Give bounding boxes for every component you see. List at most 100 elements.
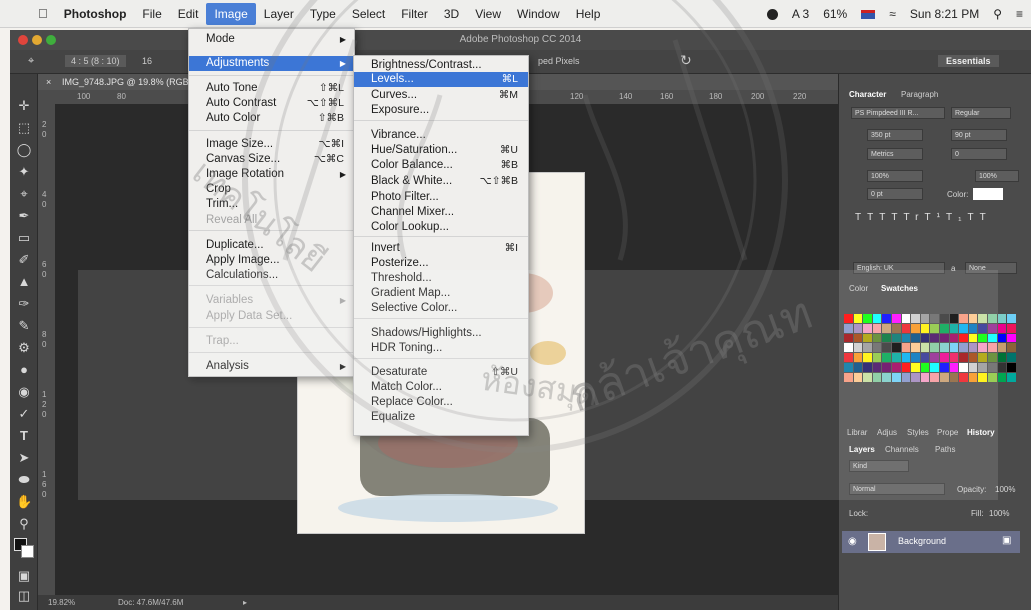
tab-swatches[interactable]: Swatches bbox=[881, 282, 918, 295]
adjust_menu-item[interactable]: Invert ⌘I bbox=[354, 241, 528, 256]
swatch-cell[interactable] bbox=[882, 323, 891, 333]
swatch-cell[interactable] bbox=[892, 363, 901, 372]
swatch-cell[interactable] bbox=[930, 314, 939, 323]
swatch-cell[interactable] bbox=[911, 372, 920, 382]
adjust_menu-item[interactable]: Gradient Map... bbox=[354, 286, 528, 301]
swatch-cell[interactable] bbox=[997, 372, 1007, 382]
swatch-cell[interactable] bbox=[997, 333, 1007, 343]
swatch-cell[interactable] bbox=[940, 333, 949, 343]
swatch-cell[interactable] bbox=[968, 314, 978, 323]
swatch-cell[interactable] bbox=[863, 353, 872, 362]
swatch-cell[interactable] bbox=[949, 363, 959, 372]
swatch-cell[interactable] bbox=[988, 353, 997, 362]
tab-history[interactable]: History bbox=[967, 426, 995, 439]
swatch-cell[interactable] bbox=[853, 372, 863, 382]
all-caps-button[interactable]: TT bbox=[879, 212, 903, 223]
swatch-cell[interactable] bbox=[872, 363, 882, 372]
subscript-button[interactable]: T₁ bbox=[946, 212, 967, 223]
adjust_menu-item[interactable]: Hue/Saturation... ⌘U bbox=[354, 143, 528, 158]
font-family-select[interactable]: PS Pimpdeed III R... bbox=[851, 107, 945, 119]
image_menu-item[interactable]: Adjustments ▶ bbox=[189, 56, 354, 71]
swatch-cell[interactable] bbox=[968, 363, 978, 372]
swatch-cell[interactable] bbox=[863, 314, 872, 323]
adjust_menu-item[interactable]: Channel Mixer... bbox=[354, 205, 528, 220]
swatch-cell[interactable] bbox=[959, 363, 968, 372]
swatch-cell[interactable] bbox=[988, 333, 997, 343]
menu-window[interactable]: Window bbox=[509, 3, 568, 25]
pen-icon[interactable]: ✓ bbox=[16, 406, 32, 422]
menu-view[interactable]: View bbox=[467, 3, 509, 25]
flag-icon[interactable] bbox=[861, 9, 876, 19]
swatch-cell[interactable] bbox=[1007, 314, 1016, 323]
swatch-cell[interactable] bbox=[872, 372, 882, 382]
swatch-cell[interactable] bbox=[892, 353, 901, 362]
swatch-cell[interactable] bbox=[968, 333, 978, 343]
swatch-cell[interactable] bbox=[1007, 333, 1016, 343]
swatch-cell[interactable] bbox=[978, 363, 987, 372]
menu-layer[interactable]: Layer bbox=[256, 3, 302, 25]
apple-icon[interactable]:  bbox=[0, 3, 56, 25]
swatch-cell[interactable] bbox=[853, 363, 863, 372]
swatch-cell[interactable] bbox=[911, 343, 920, 353]
swatch-cell[interactable] bbox=[920, 363, 930, 372]
swatch-cell[interactable] bbox=[901, 314, 911, 323]
swatch-cell[interactable] bbox=[920, 343, 930, 353]
swatch-cell[interactable] bbox=[930, 363, 939, 372]
swatch-cell[interactable] bbox=[988, 314, 997, 323]
close-button[interactable] bbox=[18, 35, 28, 45]
swatch-cell[interactable] bbox=[872, 314, 882, 323]
adjust_menu-item[interactable]: HDR Toning... bbox=[354, 341, 528, 356]
swatch-cell[interactable] bbox=[1007, 343, 1016, 353]
eyedropper-icon[interactable]: ✒ bbox=[16, 208, 32, 224]
antialias-select[interactable]: None bbox=[965, 262, 1017, 274]
swatch-cell[interactable] bbox=[930, 323, 939, 333]
swatch-cell[interactable] bbox=[940, 343, 949, 353]
menu-edit[interactable]: Edit bbox=[170, 3, 207, 25]
swatch-cell[interactable] bbox=[901, 363, 911, 372]
swatch-cell[interactable] bbox=[959, 323, 968, 333]
swatch-cell[interactable] bbox=[949, 343, 959, 353]
stamp-icon[interactable]: ▲ bbox=[16, 274, 32, 290]
menu-app[interactable]: Photoshop bbox=[56, 3, 135, 25]
battery-text[interactable]: 61% bbox=[823, 7, 847, 21]
font-size-field[interactable]: 350 pt bbox=[867, 129, 923, 141]
swatch-cell[interactable] bbox=[930, 353, 939, 362]
adjust_menu-item[interactable]: Posterize... bbox=[354, 256, 528, 271]
small-caps-button[interactable]: Tr bbox=[903, 212, 924, 223]
horizontal-scale-field[interactable]: 100% bbox=[975, 170, 1019, 182]
screen-mode-icon[interactable]: ◫ bbox=[16, 588, 32, 604]
adjust_menu-item[interactable]: Levels... ⌘L bbox=[354, 72, 528, 87]
opacity-value[interactable]: 100% bbox=[995, 485, 1015, 494]
type-style-buttons[interactable]: TTTTTrT¹T₁TT bbox=[855, 212, 992, 223]
faux-bold-button[interactable]: T bbox=[855, 212, 867, 223]
crop-tool-icon[interactable]: ⌖ bbox=[28, 55, 34, 68]
adjust_menu-item[interactable]: Color Balance... ⌘B bbox=[354, 158, 528, 173]
swatch-cell[interactable] bbox=[940, 353, 949, 362]
tab-paths[interactable]: Paths bbox=[935, 443, 955, 456]
bucket-icon[interactable]: ⚙ bbox=[16, 340, 32, 356]
strikethrough-button[interactable]: T bbox=[980, 212, 992, 223]
swatch-cell[interactable] bbox=[882, 333, 891, 343]
swatch-cell[interactable] bbox=[959, 333, 968, 343]
swatch-cell[interactable] bbox=[863, 333, 872, 343]
image_menu-item[interactable]: Canvas Size... ⌥⌘C bbox=[189, 152, 354, 167]
swatch-cell[interactable] bbox=[892, 314, 901, 323]
chat-icon[interactable] bbox=[766, 8, 778, 20]
swatch-cell[interactable] bbox=[978, 353, 987, 362]
swatch-cell[interactable] bbox=[892, 343, 901, 353]
adjust_menu-item[interactable]: Black & White... ⌥⇧⌘B bbox=[354, 174, 528, 189]
swatch-cell[interactable] bbox=[978, 314, 987, 323]
type-tool-icon[interactable]: T bbox=[16, 428, 32, 444]
swatch-cell[interactable] bbox=[901, 333, 911, 343]
swatch-cell[interactable] bbox=[920, 314, 930, 323]
zoom-level[interactable]: 19.82% bbox=[48, 595, 75, 610]
swatch-cell[interactable] bbox=[892, 323, 901, 333]
swatch-cell[interactable] bbox=[882, 363, 891, 372]
layer-kind-filter[interactable]: Kind bbox=[849, 460, 909, 472]
swatch-cell[interactable] bbox=[920, 323, 930, 333]
adjust_menu-item[interactable]: Desaturate ⇧⌘U bbox=[354, 365, 528, 380]
swatch-cell[interactable] bbox=[901, 343, 911, 353]
workspace-select[interactable]: Essentials bbox=[938, 55, 999, 67]
tracking-field[interactable]: 0 bbox=[951, 148, 1007, 160]
swatch-cell[interactable] bbox=[968, 372, 978, 382]
